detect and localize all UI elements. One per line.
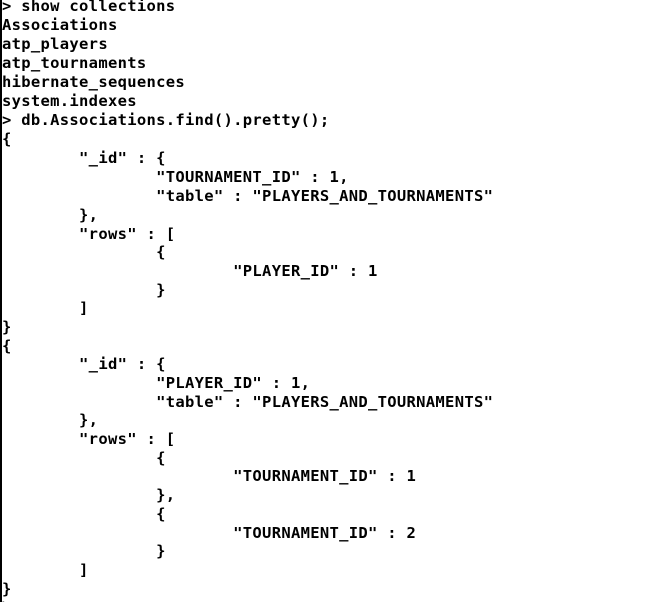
console-output[interactable]: > show collections Associations atp_play… (0, 0, 656, 602)
output-line: hibernate_sequences (2, 73, 186, 91)
output-line: "rows" : [ (2, 225, 176, 243)
output-line: "TOURNAMENT_ID" : 1 (2, 467, 417, 485)
command-line: > db.Associations.find().pretty(); (2, 111, 330, 129)
output-line: "TOURNAMENT_ID" : 2 (2, 524, 417, 542)
output-line: "PLAYER_ID" : 1, (2, 374, 311, 392)
output-line: "table" : "PLAYERS_AND_TOURNAMENTS" (2, 393, 494, 411)
output-line: atp_players (2, 35, 108, 53)
output-line: }, (2, 206, 99, 224)
command-line: > show collections (2, 0, 176, 15)
output-line: }, (2, 411, 99, 429)
output-line: "PLAYER_ID" : 1 (2, 262, 378, 280)
output-line: }, (2, 486, 176, 504)
output-line: { (2, 505, 166, 523)
output-line: } (2, 281, 166, 299)
output-line: Associations (2, 16, 118, 34)
output-line: } (2, 542, 166, 560)
output-line: "_id" : { (2, 355, 166, 373)
output-line: "table" : "PLAYERS_AND_TOURNAMENTS" (2, 187, 494, 205)
prompt-symbol: > (2, 596, 12, 602)
output-line: } (2, 318, 12, 336)
output-line: { (2, 449, 166, 467)
prompt-line[interactable]: > (2, 596, 12, 602)
output-line: ] (2, 561, 89, 579)
output-line: atp_tournaments (2, 54, 147, 72)
output-line: { (2, 130, 12, 148)
output-line: ] (2, 299, 89, 317)
output-line: { (2, 337, 12, 355)
output-line: system.indexes (2, 92, 137, 110)
output-line: { (2, 243, 166, 261)
output-line: "_id" : { (2, 149, 166, 167)
output-line: "rows" : [ (2, 430, 176, 448)
output-line: "TOURNAMENT_ID" : 1, (2, 168, 349, 186)
